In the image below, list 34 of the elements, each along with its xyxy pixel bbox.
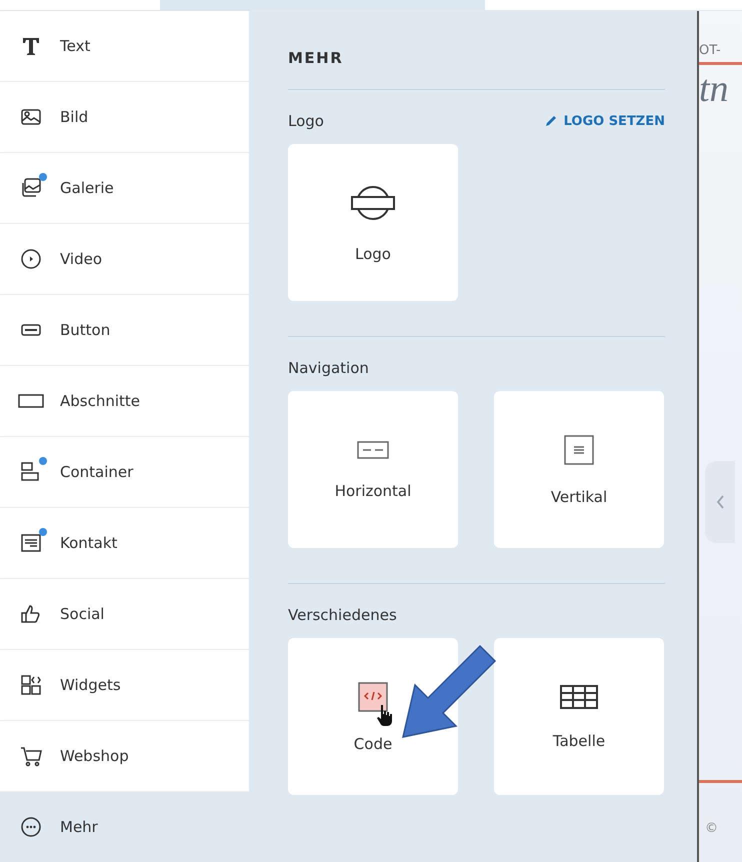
section-title: Navigation <box>288 359 369 377</box>
sidebar-item[interactable]: Text <box>0 11 249 82</box>
sidebar-item[interactable]: Abschnitte <box>0 366 249 437</box>
more-icon <box>19 815 43 839</box>
chevron-left-icon <box>715 494 725 510</box>
sidebar-item[interactable]: Galerie <box>0 153 249 224</box>
sidebar-item[interactable]: Bild <box>0 82 249 153</box>
set-logo-link[interactable]: LOGO SETZEN <box>544 114 665 128</box>
preview-heading: tn <box>699 67 730 111</box>
sidebar-item[interactable]: Kontakt <box>0 508 249 579</box>
pencil-icon <box>544 114 558 128</box>
sidebar-item[interactable]: Container <box>0 437 249 508</box>
sidebar-item[interactable]: Widgets <box>0 650 249 721</box>
widget-card[interactable]: Tabelle <box>494 638 664 795</box>
panel-title: MEHR <box>288 49 665 90</box>
section-title: Logo <box>288 112 324 130</box>
play-icon <box>19 247 43 271</box>
sidebar-item[interactable]: Button <box>0 295 249 366</box>
collapse-tab[interactable] <box>705 461 735 543</box>
section-title: Verschiedenes <box>288 606 397 624</box>
widgets-icon <box>19 673 43 697</box>
navbar-icon <box>357 440 389 460</box>
toolbar-tab[interactable] <box>160 0 485 10</box>
table-icon <box>559 684 599 710</box>
sidebar-item[interactable]: Social <box>0 579 249 650</box>
widget-card[interactable]: Vertikal <box>494 391 664 548</box>
menu-icon <box>563 434 595 466</box>
widget-card[interactable]: Horizontal <box>288 391 458 548</box>
widget-card[interactable]: Logo <box>288 144 458 301</box>
copyright-text: © <box>705 821 718 836</box>
widget-card[interactable]: Code <box>288 638 458 795</box>
sidebar-item[interactable]: Video <box>0 224 249 295</box>
sidebar-item[interactable]: Webshop <box>0 721 249 792</box>
preview-label: OT- <box>699 11 742 65</box>
